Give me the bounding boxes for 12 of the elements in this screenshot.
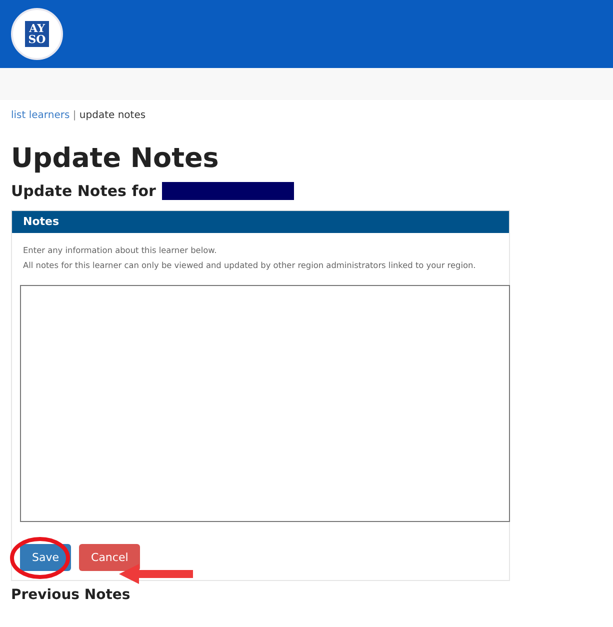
page-title: Update Notes <box>11 142 220 176</box>
breadcrumb-link[interactable]: list learners <box>11 110 70 121</box>
breadcrumb-separator: | <box>72 110 76 121</box>
page-subtitle: Update Notes for <box>11 182 156 200</box>
info-text: Enter any information about this learner below. <box>23 244 218 257</box>
panel-title: Notes <box>12 211 509 233</box>
info-text: All notes for this learner can only be viewed and updated by other region administrators linked to your region. <box>23 259 477 272</box>
notes-field[interactable] <box>20 285 510 522</box>
breadcrumb-current: update notes <box>79 110 146 121</box>
section-title: Previous Notes <box>11 587 132 603</box>
cancel-button[interactable]: Cancel <box>79 544 140 571</box>
logo[interactable]: AY SO <box>11 8 63 60</box>
